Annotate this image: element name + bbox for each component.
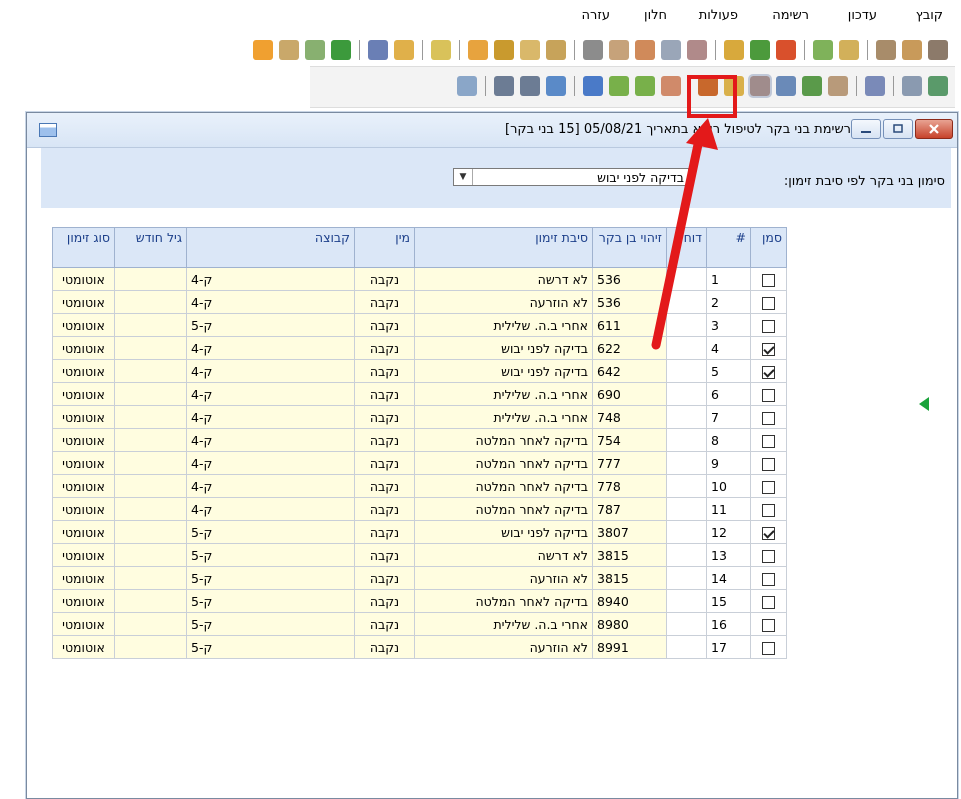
annotation-arrow: [651, 118, 718, 350]
